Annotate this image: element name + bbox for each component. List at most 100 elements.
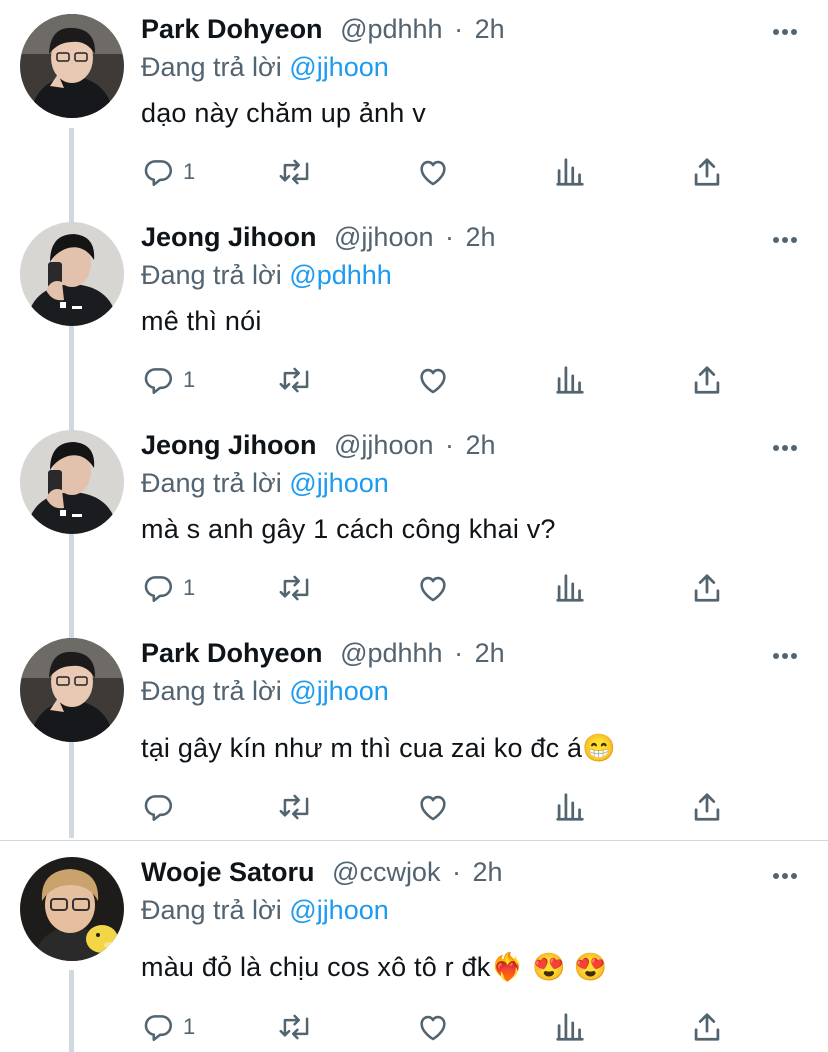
avatar[interactable] xyxy=(20,14,124,118)
share-icon xyxy=(694,1013,720,1041)
replying-to: Đang trả lời @jjhoon xyxy=(141,52,389,83)
like-button[interactable] xyxy=(416,155,450,189)
views-button[interactable] xyxy=(555,363,585,397)
views-button[interactable] xyxy=(555,790,585,824)
separator-dot: · xyxy=(454,638,464,668)
grin-emoji: 😁 xyxy=(582,733,617,763)
separator-dot: · xyxy=(454,14,464,44)
reply-button[interactable]: 1 xyxy=(141,363,195,397)
timestamp[interactable]: 2h xyxy=(472,857,502,887)
reply-button[interactable]: 1 xyxy=(141,571,195,605)
tweet-text: mê thì nói xyxy=(141,306,262,336)
emoji-group: ❤️‍🔥 😍 😍 xyxy=(490,952,608,982)
share-button[interactable] xyxy=(692,1010,722,1044)
retweet-button[interactable] xyxy=(278,363,314,397)
replying-to: Đang trả lời @pdhhh xyxy=(141,260,392,291)
replying-prefix: Đang trả lời xyxy=(141,895,282,925)
action-bar: 1 xyxy=(0,571,828,605)
timestamp[interactable]: 2h xyxy=(475,638,505,668)
share-icon xyxy=(694,793,720,821)
user-handle[interactable]: @pdhhh xyxy=(340,638,443,668)
separator-dot: · xyxy=(445,430,455,460)
tweet[interactable]: Park Dohyeon @pdhhh · 2h Đang trả lời @j… xyxy=(0,0,828,208)
reply-count: 1 xyxy=(183,575,196,600)
views-icon xyxy=(556,574,584,602)
share-button[interactable] xyxy=(692,155,722,189)
replying-prefix: Đang trả lời xyxy=(141,52,282,82)
avatar[interactable] xyxy=(20,430,124,534)
heart-icon xyxy=(420,576,446,602)
action-bar: 1 xyxy=(0,363,828,397)
views-button[interactable] xyxy=(555,571,585,605)
share-button[interactable] xyxy=(692,363,722,397)
replying-prefix: Đang trả lời xyxy=(141,260,282,290)
user-handle[interactable]: @jjhoon xyxy=(334,222,433,252)
action-bar: 1 xyxy=(0,1010,828,1044)
tweet[interactable]: Jeong Jihoon @jjhoon · 2h Đang trả lời @… xyxy=(0,208,828,416)
tweet[interactable]: Jeong Jihoon @jjhoon · 2h Đang trả lời @… xyxy=(0,416,828,624)
more-icon[interactable] xyxy=(772,444,798,452)
views-icon xyxy=(556,158,584,186)
tweet-text: màu đỏ là chịu cos xô tô r đk xyxy=(141,952,491,982)
heart-icon xyxy=(420,1015,446,1041)
avatar[interactable] xyxy=(20,638,124,742)
retweet-button[interactable] xyxy=(278,571,314,605)
timestamp[interactable]: 2h xyxy=(475,14,505,44)
reply-icon xyxy=(144,1015,173,1042)
mention-link[interactable]: @pdhhh xyxy=(289,260,392,290)
tweet-text: dạo này chăm up ảnh v xyxy=(141,98,426,128)
timestamp[interactable]: 2h xyxy=(466,430,496,460)
replying-prefix: Đang trả lời xyxy=(141,676,282,706)
reply-count: 1 xyxy=(183,159,196,184)
replying-to: Đang trả lời @jjhoon xyxy=(141,468,389,499)
display-name[interactable]: Jeong Jihoon xyxy=(141,222,317,252)
retweet-icon xyxy=(279,575,309,601)
like-button[interactable] xyxy=(416,363,450,397)
share-icon xyxy=(694,158,720,186)
mention-link[interactable]: @jjhoon xyxy=(289,468,388,498)
heart-icon xyxy=(420,795,446,821)
retweet-button[interactable] xyxy=(278,1010,314,1044)
views-button[interactable] xyxy=(555,155,585,189)
more-icon[interactable] xyxy=(772,872,798,880)
more-icon[interactable] xyxy=(772,236,798,244)
reply-button[interactable]: 1 xyxy=(141,1010,195,1044)
replying-to: Đang trả lời @jjhoon xyxy=(141,895,389,926)
tweet[interactable]: Park Dohyeon @pdhhh · 2h Đang trả lời @j… xyxy=(0,624,828,840)
share-button[interactable] xyxy=(692,571,722,605)
reply-button[interactable]: 1 xyxy=(141,155,195,189)
user-handle[interactable]: @ccwjok xyxy=(332,857,440,887)
timestamp[interactable]: 2h xyxy=(466,222,496,252)
retweet-icon xyxy=(279,1014,309,1040)
display-name[interactable]: Park Dohyeon xyxy=(141,638,323,668)
reply-icon xyxy=(144,576,173,603)
display-name[interactable]: Wooje Satoru xyxy=(141,857,315,887)
mention-link[interactable]: @jjhoon xyxy=(289,895,388,925)
user-handle[interactable]: @jjhoon xyxy=(334,430,433,460)
share-icon xyxy=(694,574,720,602)
display-name[interactable]: Jeong Jihoon xyxy=(141,430,317,460)
like-button[interactable] xyxy=(416,1010,450,1044)
reply-icon xyxy=(144,160,173,187)
like-button[interactable] xyxy=(416,571,450,605)
share-button[interactable] xyxy=(692,790,722,824)
mention-link[interactable]: @jjhoon xyxy=(289,676,388,706)
avatar[interactable] xyxy=(20,857,124,961)
retweet-icon xyxy=(279,367,309,393)
tweet-text-row: tại gây kín như m thì cua zai ko đc á😁 xyxy=(141,732,616,764)
tweet-text-row: màu đỏ là chịu cos xô tô r đk❤️‍🔥 😍 😍 xyxy=(141,951,607,983)
like-button[interactable] xyxy=(416,790,450,824)
mention-link[interactable]: @jjhoon xyxy=(289,52,388,82)
reply-button[interactable] xyxy=(141,790,183,824)
user-handle[interactable]: @pdhhh xyxy=(340,14,443,44)
share-icon xyxy=(694,366,720,394)
views-button[interactable] xyxy=(555,1010,585,1044)
more-icon[interactable] xyxy=(772,28,798,36)
views-icon xyxy=(556,1013,584,1041)
retweet-button[interactable] xyxy=(278,155,314,189)
display-name[interactable]: Park Dohyeon xyxy=(141,14,323,44)
more-icon[interactable] xyxy=(772,652,798,660)
retweet-button[interactable] xyxy=(278,790,314,824)
avatar[interactable] xyxy=(20,222,124,326)
tweet[interactable]: Wooje Satoru @ccwjok · 2h Đang trả lời @… xyxy=(0,841,828,1052)
